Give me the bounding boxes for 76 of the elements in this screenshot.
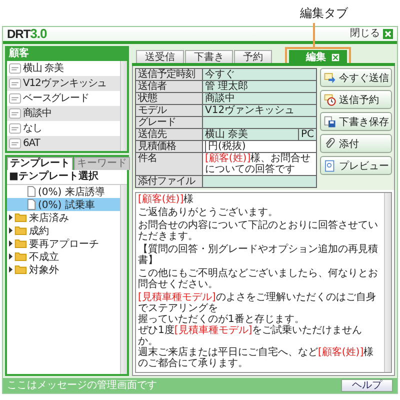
unit-label: PC [298, 129, 314, 140]
action-button[interactable]: 今すぐ送信 [320, 68, 392, 87]
template-tab[interactable]: キーワード [74, 157, 130, 170]
input-field[interactable]: [顧客(姓)]様、お問合せについての回答です [203, 153, 316, 175]
action-button[interactable]: 下書き保存 [320, 112, 392, 131]
message-text: 【質問の回答・別グレードやオプション追加の再見積書】 [138, 244, 379, 266]
field-label-icon [9, 108, 21, 119]
field-label: 添付ファイル [136, 176, 202, 187]
annotation-label: 編集タブ [300, 6, 348, 20]
folder-icon [9, 226, 27, 235]
input-field[interactable] [203, 176, 316, 187]
close-button[interactable]: 閉じる [350, 28, 380, 40]
message-text: この他にもご不明点などございましたら、何なりとお問合せください。 [138, 268, 379, 290]
field-label: 送信先 [136, 129, 202, 140]
folder-icon [9, 239, 27, 248]
arrow-icon [324, 72, 336, 84]
input-field[interactable]: 横山 奈美 PC [203, 129, 316, 140]
field-label: 送信者 [136, 81, 202, 92]
message-text: ご返信ありがとうございます。 [138, 207, 279, 218]
field-label: 送信予定時刻 [136, 69, 202, 80]
field-label-icon [9, 78, 21, 89]
preview-icon [324, 160, 336, 172]
tree-item[interactable]: 対象外 [7, 263, 120, 276]
field-label: 見積価格 [136, 141, 202, 152]
tree-item[interactable]: 来店済み [7, 211, 120, 224]
input-field[interactable]: 今すぐ [203, 69, 316, 80]
message-text: [見積車種モデル]のよさをご理解いただくのはご自身でステアリングを [138, 292, 377, 314]
message-text: お問合せの内容について下記のとおりに回答させていただきます。 [138, 220, 379, 242]
action-button[interactable]: 添付 [320, 134, 392, 153]
template-heading: ■テンプレート選択 [8, 170, 100, 184]
unit-label: 円(税抜) [205, 141, 246, 152]
folder-icon [9, 265, 27, 274]
template-tab[interactable]: テンプレート [7, 157, 73, 170]
folder-icon [9, 213, 27, 222]
scrollbar[interactable] [120, 61, 127, 151]
folder-icon [9, 252, 27, 261]
input-field[interactable]: 円(税抜) [203, 141, 316, 152]
help-button[interactable]: ヘルプ [341, 379, 393, 392]
main-tab[interactable]: 送受信 [136, 50, 184, 63]
logo: DRT3.0 [7, 27, 47, 41]
document-icon [27, 186, 36, 197]
message-text: ぜひ1度[見積車種モデル]をご試乗いただけませんか。 [138, 325, 364, 347]
customer-field[interactable]: ベースグレード [23, 92, 89, 104]
paperclip-icon [324, 138, 336, 150]
scrollbar[interactable] [384, 193, 391, 372]
input-field[interactable]: V12ヴァンキッシュ [203, 105, 316, 116]
tree-item[interactable]: 要再アプローチ [7, 237, 120, 250]
message-text: 握っていただくのが1番と存じます。 [138, 314, 306, 325]
main-tab[interactable]: 下書き [185, 50, 233, 63]
message-text: 週末ご来店または平日にご自宅へ、など[顧客(姓)]様のご都合にて承ります。 [138, 347, 375, 369]
tree-item[interactable]: 不成立 [7, 250, 120, 263]
customer-field[interactable]: 横山 奈美 [23, 62, 64, 74]
save-icon [324, 116, 336, 128]
field-label: グレード [136, 117, 202, 128]
document-icon [27, 199, 36, 210]
clock-icon [324, 94, 336, 106]
field-label-icon [9, 138, 21, 149]
field-label: モデル [136, 105, 202, 116]
status-message: ここはメッセージの管理画面です [7, 380, 157, 392]
field-label: 状態 [136, 93, 202, 104]
panel-title: 顧客 [8, 48, 30, 61]
input-field[interactable]: 管 理太郎 [203, 81, 316, 92]
tree-item[interactable]: (0%) 来店誘導 [7, 185, 120, 198]
scrollbar[interactable] [120, 185, 127, 374]
customer-field[interactable]: 6AT [23, 138, 40, 150]
input-field[interactable]: 商談中 [203, 93, 316, 104]
close-icon[interactable] [331, 52, 340, 62]
message-text: [顧客(姓)]様 [138, 194, 195, 205]
input-field[interactable] [203, 117, 316, 128]
action-button[interactable]: プレビュー [320, 156, 392, 175]
field-label: 件名 [136, 153, 202, 175]
tree-item[interactable]: 成約 [7, 224, 120, 237]
customer-field[interactable]: なし [23, 122, 42, 134]
tree-item[interactable]: (0%) 試乗車 [7, 198, 120, 211]
action-button[interactable]: 送信予約 [320, 90, 392, 109]
main-tab[interactable]: 予約 [234, 50, 272, 63]
